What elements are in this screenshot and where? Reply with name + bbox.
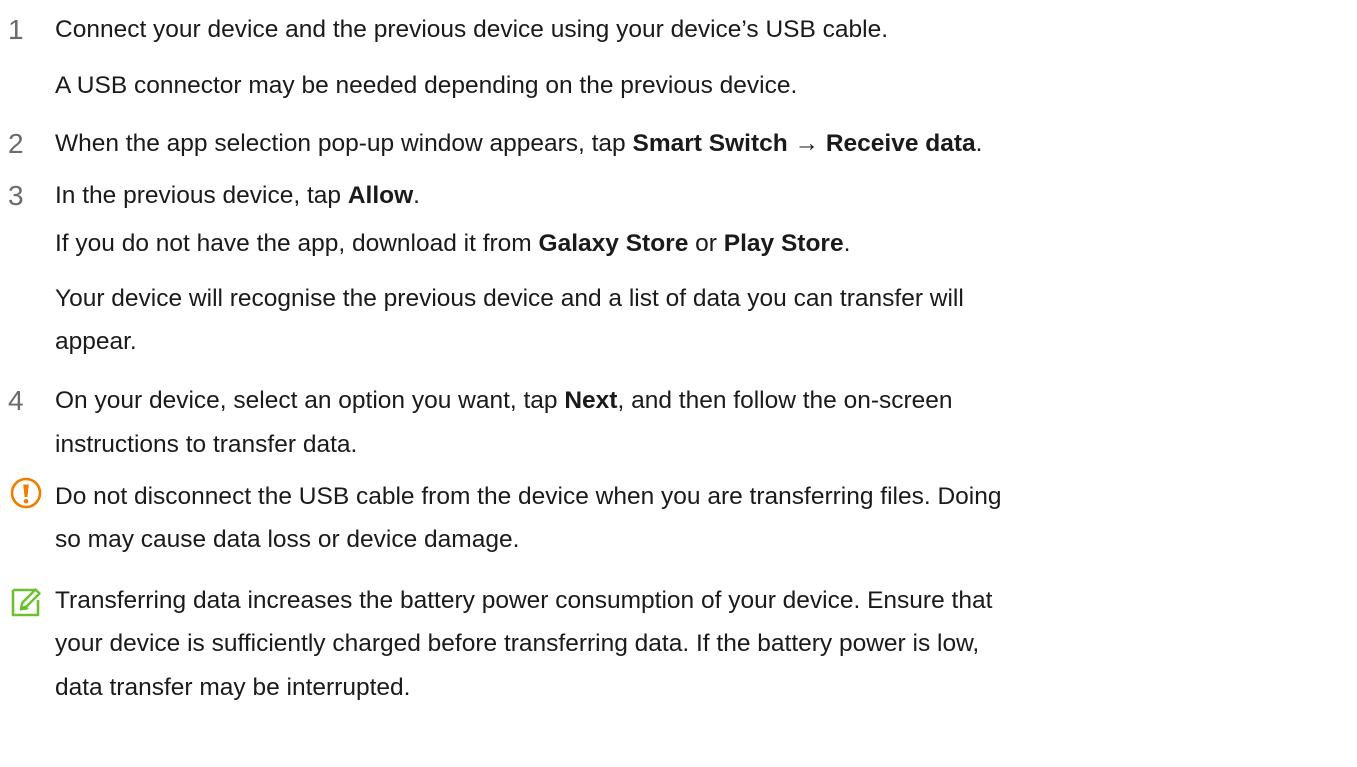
text-segment: If you do not have the app, download it … — [55, 230, 539, 257]
caution-line: so may cause data loss or device damage. — [55, 526, 520, 553]
ui-term: Smart Switch — [632, 130, 788, 157]
text-segment: . — [975, 130, 983, 157]
step-line: If you do not have the app, download it … — [55, 226, 850, 262]
text-segment: In the previous device, tap — [55, 182, 348, 209]
ui-term: Next — [564, 387, 618, 414]
step-number: 4 — [8, 385, 24, 416]
text-segment: On your device, select an option you wan… — [55, 387, 565, 414]
step-line: instructions to transfer data. — [55, 431, 358, 458]
step-line: appear. — [55, 328, 137, 355]
text-segment: . — [413, 182, 420, 209]
note-icon — [11, 588, 41, 617]
text-segment: or — [688, 230, 724, 257]
step-number: 1 — [8, 14, 24, 45]
ui-term: Play Store — [723, 230, 844, 257]
step-line: Your device will recognise the previous … — [55, 285, 964, 312]
step-line: In the previous device, tap Allow. — [55, 178, 420, 214]
ui-term: Galaxy Store — [538, 230, 689, 257]
step-line: When the app selection pop-up window app… — [55, 126, 982, 162]
text-segment: , and then follow the on-screen — [617, 387, 953, 414]
step-line: On your device, select an option you wan… — [55, 383, 953, 419]
ui-term: Allow — [347, 182, 414, 209]
caution-line: Do not disconnect the USB cable from the… — [55, 483, 1002, 510]
step-number: 3 — [8, 180, 24, 211]
text-segment: . — [843, 230, 851, 257]
step-number: 2 — [8, 128, 24, 159]
caution-icon — [10, 477, 42, 509]
step-line: A USB connector may be needed depending … — [55, 72, 798, 99]
note-line: your device is sufficiently charged befo… — [55, 630, 980, 657]
text-segment: When the app selection pop-up window app… — [55, 130, 633, 157]
ui-term: Receive data — [825, 130, 976, 157]
note-line: Transferring data increases the battery … — [55, 587, 993, 614]
step-line: Connect your device and the previous dev… — [55, 16, 889, 43]
note-line: data transfer may be interrupted. — [55, 674, 411, 701]
text-segment: → — [787, 130, 826, 157]
